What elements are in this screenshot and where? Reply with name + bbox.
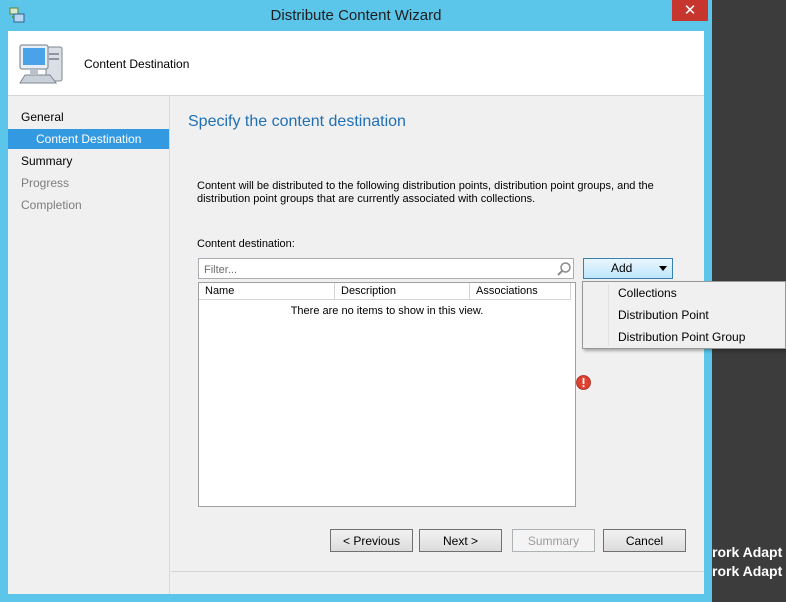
cancel-button[interactable]: Cancel xyxy=(603,529,686,552)
window-title: Distribute Content Wizard xyxy=(270,7,442,24)
desktop-text-line: rork Adapt xyxy=(712,563,783,579)
page-description: Content will be distributed to the follo… xyxy=(197,180,654,205)
chevron-down-icon xyxy=(659,266,667,271)
search-icon[interactable] xyxy=(556,261,572,277)
computer-icon xyxy=(19,44,63,84)
page-heading: Specify the content destination xyxy=(188,113,406,130)
nav-item-summary[interactable]: Summary xyxy=(8,151,169,171)
wizard-nav: General Content Destination Summary Prog… xyxy=(8,96,170,594)
menu-item-collections[interactable]: Collections xyxy=(618,286,677,300)
nav-item-content-destination[interactable]: Content Destination xyxy=(8,129,169,149)
button-bar-divider xyxy=(171,571,704,572)
filter-input[interactable] xyxy=(202,260,546,279)
next-button[interactable]: Next > xyxy=(419,529,502,552)
menu-item-distribution-point[interactable]: Distribution Point xyxy=(618,308,709,322)
close-button[interactable]: ✕ xyxy=(672,0,708,21)
column-header-description[interactable]: Description xyxy=(335,283,470,300)
title-bar[interactable]: Distribute Content Wizard ✕ xyxy=(0,0,712,31)
previous-button[interactable]: < Previous xyxy=(330,529,413,552)
nav-item-general[interactable]: General xyxy=(8,107,169,127)
summary-button: Summary xyxy=(512,529,595,552)
content-destination-list[interactable]: Name Description Associations There are … xyxy=(198,282,576,507)
add-button[interactable]: Add xyxy=(583,258,673,279)
column-header-associations[interactable]: Associations xyxy=(470,283,571,300)
add-dropdown-menu: Collections Distribution Point Distribut… xyxy=(582,281,786,349)
add-button-label: Add xyxy=(611,261,633,275)
empty-list-message: There are no items to show in this view. xyxy=(290,305,484,317)
menu-gutter xyxy=(608,284,609,346)
wizard-header: Content Destination xyxy=(8,31,704,96)
nav-item-progress: Progress xyxy=(21,176,70,190)
menu-item-distribution-point-group[interactable]: Distribution Point Group xyxy=(618,330,745,344)
filter-box[interactable] xyxy=(198,258,574,279)
error-icon[interactable] xyxy=(576,375,591,390)
desktop-text-line: rork Adapt xyxy=(712,544,783,560)
column-header-name[interactable]: Name xyxy=(199,283,335,300)
nav-item-completion: Completion xyxy=(21,198,82,212)
content-destination-label: Content destination: xyxy=(197,238,295,250)
header-title: Content Destination xyxy=(84,57,190,71)
